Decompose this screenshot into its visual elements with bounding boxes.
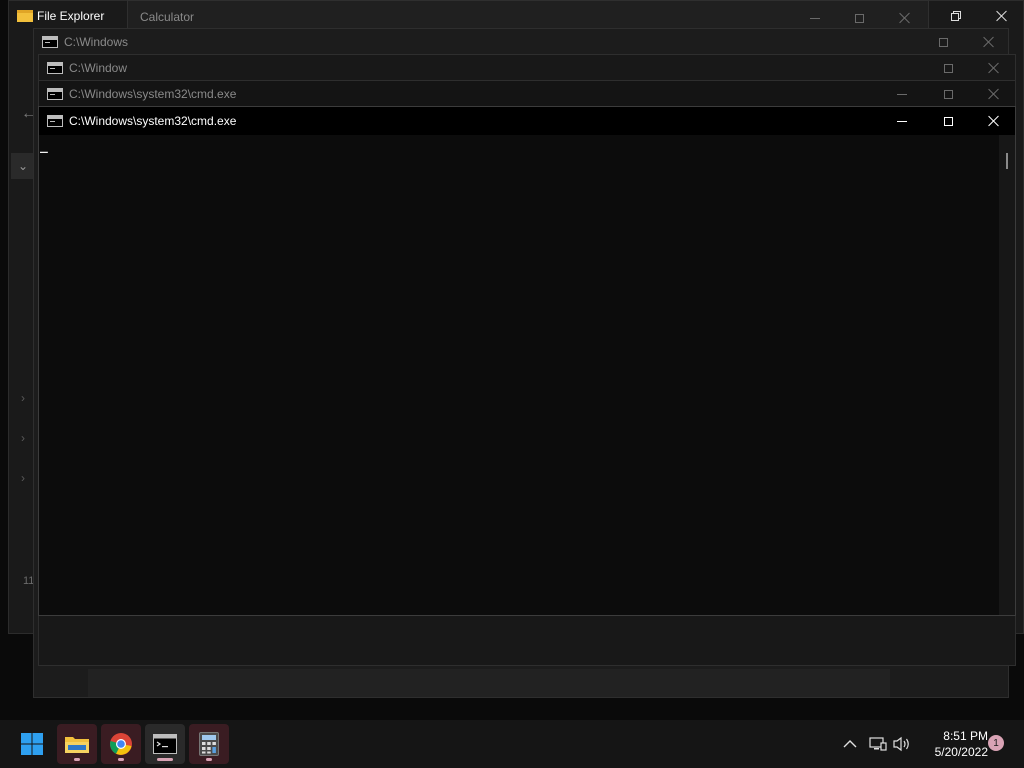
taskbar-terminal-button[interactable] [145,724,185,764]
cmd-body-background-1 [88,669,890,697]
maximize-icon [854,13,864,23]
cmd-maximize-button-background-2[interactable] [925,55,971,81]
minimize-icon [897,120,907,122]
volume-button[interactable] [890,732,914,756]
clock-time: 8:51 PM [943,729,988,743]
cmd-close-button[interactable] [971,108,1017,134]
chevron-right-icon[interactable]: › [21,431,25,445]
notification-count: 1 [993,737,999,749]
network-icon [869,737,887,751]
maximize-icon [943,63,953,73]
cmd-minimize-button-background-3[interactable] [879,81,925,107]
taskbar: 8:51 PM 5/20/2022 1 [0,720,1024,768]
cmd-icon [47,88,63,100]
running-indicator [118,758,124,761]
close-icon [899,12,911,24]
taskbar-calculator-button[interactable] [189,724,229,764]
cmd-title-background-2: C:\Window [69,61,128,75]
close-icon [983,36,995,48]
running-indicator [74,758,80,761]
cmd-titlebar-background-2[interactable]: C:\Window [39,55,1015,81]
cmd-icon [42,36,58,48]
terminal-cursor: _ [40,139,48,154]
calculator-title: Calculator [140,10,195,24]
cmd-icon [47,62,63,74]
cmd-close-button-background-3[interactable] [971,81,1017,107]
volume-icon [893,736,909,752]
maximize-icon [943,116,953,126]
cmd-maximize-button[interactable] [925,108,971,134]
minimize-icon [897,93,907,95]
cmd-titlebar-active[interactable]: C:\Windows\system32\cmd.exe [39,107,1015,135]
close-icon [996,10,1008,22]
cmd-title-active: C:\Windows\system32\cmd.exe [69,114,237,128]
file-explorer-close-button[interactable] [979,3,1024,29]
cmd-title-background-3: C:\Windows\system32\cmd.exe [69,87,237,101]
close-icon [988,62,1000,74]
cmd-maximize-button-background-3[interactable] [925,81,971,107]
cmd-title-background-1: C:\Windows [64,35,129,49]
cmd-icon [47,115,63,127]
close-icon [988,88,1000,100]
clock-date: 5/20/2022 [934,745,988,759]
notification-badge[interactable]: 1 [988,735,1004,751]
chrome-icon [110,733,132,755]
taskbar-chrome-button[interactable] [101,724,141,764]
maximize-icon [943,89,953,99]
cmd-close-button-background-1[interactable] [966,29,1012,55]
close-icon [988,115,1000,127]
folder-icon [65,737,89,753]
running-indicator [206,758,212,761]
chevron-right-icon[interactable]: › [21,471,25,485]
chevron-up-icon [843,740,857,748]
windows-logo-icon [21,733,43,755]
cmd-minimize-button[interactable] [879,108,925,134]
command-prompt-icon [153,734,177,754]
nav-expand-button[interactable]: ⌄ [11,153,35,179]
cmd-window-active: C:\Windows\system32\cmd.exe _ [38,106,1016,616]
cmd-maximize-button-background-1[interactable] [920,29,966,55]
chevron-right-icon[interactable]: › [21,391,25,405]
cmd-close-button-background-2[interactable] [971,55,1017,81]
show-hidden-icons-button[interactable] [838,732,862,756]
folder-icon [17,10,33,22]
clock[interactable]: 8:51 PM 5/20/2022 [918,728,988,762]
active-indicator [157,758,173,761]
file-explorer-restore-button[interactable] [933,3,979,29]
terminal-scrollbar[interactable] [999,135,1015,615]
start-button[interactable] [12,724,52,764]
restore-icon [951,11,961,21]
cmd-titlebar-background-3[interactable]: C:\Windows\system32\cmd.exe [39,81,1015,107]
minimize-icon [810,17,820,19]
calculator-icon [199,732,219,756]
maximize-icon [938,37,948,47]
cmd-titlebar-background-1[interactable]: C:\Windows [34,29,1008,55]
network-status-button[interactable] [866,732,890,756]
scrollbar-thumb[interactable] [1006,153,1008,169]
terminal-output-area[interactable]: _ [39,135,999,615]
file-explorer-title: File Explorer [37,9,105,23]
taskbar-file-explorer-button[interactable] [57,724,97,764]
